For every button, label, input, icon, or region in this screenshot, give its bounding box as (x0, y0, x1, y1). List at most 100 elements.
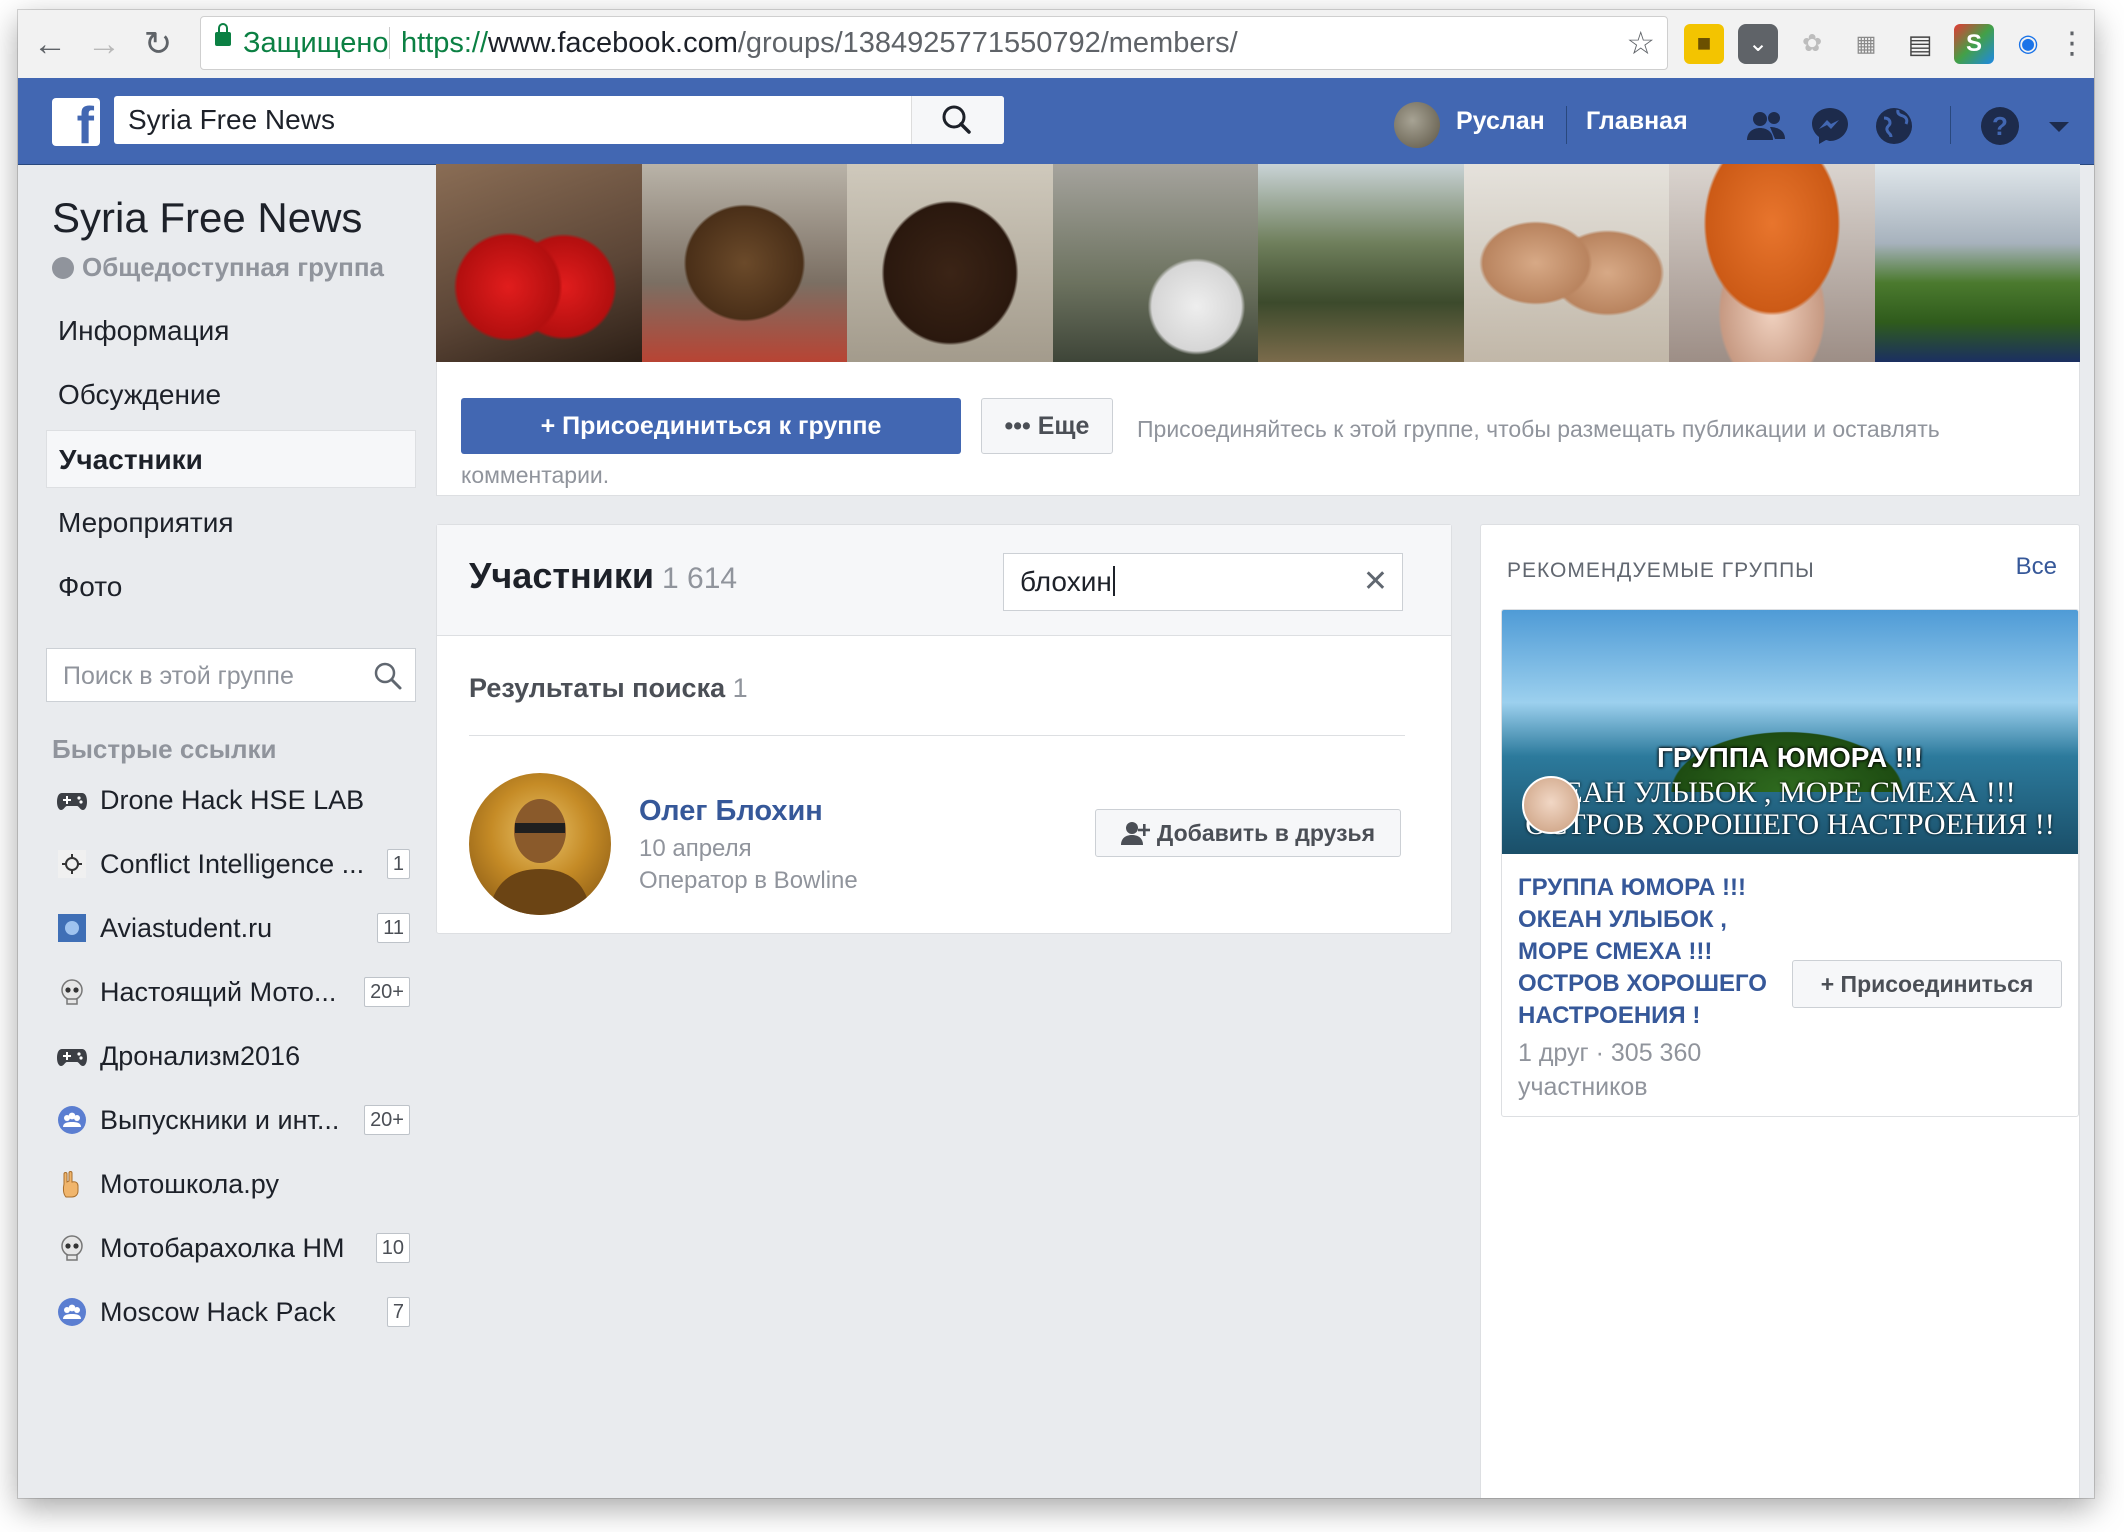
browser-window: ← → ↻ Защищено https://www.facebook.com/… (18, 10, 2094, 1498)
see-all-link[interactable]: Все (2016, 553, 2057, 581)
quick-link-label: Мотошкола.ру (100, 1169, 279, 1199)
person-photo (489, 799, 591, 915)
global-search-input[interactable]: Syria Free News (114, 96, 1004, 144)
folder-extension-icon[interactable]: ■ (1684, 24, 1724, 64)
member-join-date: 10 апреля (639, 835, 752, 862)
member-name-link[interactable]: Олег Блохин (639, 795, 823, 828)
add-friend-icon (1120, 822, 1150, 845)
reload-icon[interactable]: ↻ (138, 24, 178, 64)
aviastudent-logo-icon (58, 914, 86, 942)
account-menu-chevron-icon[interactable] (2044, 104, 2074, 148)
svg-text:?: ? (1992, 111, 2008, 141)
member-avatar[interactable] (469, 773, 611, 915)
group-avatar (1522, 776, 1580, 834)
cover-photo-collage[interactable] (436, 164, 2080, 362)
group-icon (58, 1106, 86, 1134)
group-privacy: Общедоступная группа (52, 252, 384, 283)
recommended-group-cover[interactable]: ГРУППА ЮМОРА !!! ЕАН УЛЫБОК , МОРЕ СМЕХА… (1502, 610, 2078, 854)
globe-icon (52, 257, 74, 279)
group-title[interactable]: Syria Free News (52, 194, 362, 242)
unread-count-badge: 10 (375, 1233, 410, 1263)
search-results-title: Результаты поиска 1 (469, 673, 748, 703)
member-job: Оператор в Bowline (639, 867, 858, 894)
s-extension-icon[interactable]: S (1954, 24, 1994, 64)
quick-link-dronalism[interactable]: Дронализм2016 (56, 1032, 436, 1080)
facebook-logo-icon[interactable]: f (52, 98, 100, 152)
lock-icon (215, 23, 231, 46)
quick-link-label: Aviastudent.ru (100, 913, 273, 943)
ci-logo-icon (58, 850, 86, 878)
reader-extension-icon[interactable]: ▤ (1900, 24, 1940, 64)
friend-requests-icon[interactable] (1744, 104, 1788, 148)
members-search-input[interactable]: блохин ✕ (1003, 553, 1403, 611)
recommended-title: РЕКОМЕНДУЕМЫЕ ГРУППЫ (1507, 559, 1815, 582)
quick-link-real-moto[interactable]: Настоящий Мото... 20+ (56, 968, 436, 1016)
quick-link-graduates[interactable]: Выпускники и инт... 20+ (56, 1096, 436, 1144)
record-extension-icon[interactable]: ◉ (2008, 24, 2048, 64)
help-icon[interactable]: ? (1978, 104, 2022, 148)
home-link[interactable]: Главная (1586, 78, 1688, 164)
nav-discussion[interactable]: Обсуждение (46, 366, 416, 424)
browser-toolbar: ← → ↻ Защищено https://www.facebook.com/… (18, 10, 2094, 79)
quick-link-moscow-hack-pack[interactable]: Moscow Hack Pack 7 (56, 1288, 436, 1336)
left-sidebar: Syria Free News Общедоступная группа Инф… (32, 164, 432, 1494)
cover-photo (641, 164, 847, 362)
search-icon (942, 105, 971, 134)
members-count: 1 614 (662, 562, 738, 595)
quick-link-label: Дронализм2016 (100, 1041, 301, 1071)
unread-count-badge: 20+ (364, 977, 410, 1007)
url-text: https://www.facebook.com/groups/13849257… (401, 27, 1238, 59)
search-button[interactable] (911, 96, 1004, 144)
unread-count-badge: 1 (386, 849, 410, 879)
join-group-card: Присоединяйтесь к этой группе, чтобы раз… (436, 362, 2080, 496)
search-icon[interactable] (373, 661, 403, 691)
cover-caption: ГРУППА ЮМОРА !!! (1656, 742, 1923, 773)
back-icon[interactable]: ← (30, 24, 70, 64)
quick-link-drone-hack[interactable]: Drone Hack HSE LAB (56, 776, 436, 824)
translate-extension-icon[interactable]: ▦ (1846, 24, 1886, 64)
bookmark-star-icon[interactable]: ☆ (1626, 17, 1655, 69)
cover-photo (1052, 164, 1258, 362)
global-search-value: Syria Free News (128, 104, 335, 135)
skull-icon (61, 979, 83, 1005)
group-search-input[interactable] (61, 649, 365, 703)
unread-count-badge: 11 (377, 913, 410, 943)
quick-link-conflict-intelligence[interactable]: Conflict Intelligence ... 1 (56, 840, 436, 888)
rock-hand-icon (62, 1171, 79, 1198)
nav-events[interactable]: Мероприятия (46, 494, 416, 552)
notifications-globe-icon[interactable] (1872, 104, 1916, 148)
quick-link-motobaraholka[interactable]: Мотобарахолка НМ 10 (56, 1224, 436, 1272)
forward-icon[interactable]: → (84, 24, 124, 64)
add-friend-button[interactable]: Добавить в друзья (1095, 809, 1401, 857)
quick-link-aviastudent[interactable]: Aviastudent.ru 11 (56, 904, 436, 952)
members-card: Участники 1 614 блохин ✕ Результаты поиск… (436, 524, 1452, 934)
cover-photo (1874, 164, 2080, 362)
unread-count-badge: 20+ (364, 1105, 410, 1135)
browser-menu-icon[interactable]: ⋮ (2052, 24, 2092, 64)
recommended-group-card: ГРУППА ЮМОРА !!! ЕАН УЛЫБОК , МОРЕ СМЕХА… (1501, 609, 2079, 1117)
members-title: Участники 1 614 (469, 555, 738, 596)
nav-photos[interactable]: Фото (46, 558, 416, 616)
quick-link-label: Drone Hack HSE LAB (100, 785, 365, 815)
group-icon (58, 1298, 86, 1326)
gamepad-icon (57, 1049, 87, 1066)
feather-extension-icon[interactable]: ✿ (1792, 24, 1832, 64)
profile-link[interactable]: Руслан (1456, 78, 1545, 164)
join-recommended-group-button[interactable]: + Присоединиться (1792, 960, 2062, 1008)
cover-caption: ОСТРОВ ХОРОШЕГО НАСТРОЕНИЯ !! (1525, 808, 2055, 841)
messenger-icon[interactable] (1808, 104, 1852, 148)
clear-search-icon[interactable]: ✕ (1363, 554, 1388, 610)
recommended-group-name-link[interactable]: ГРУППА ЮМОРА !!! ОКЕАН УЛЫБОК , МОРЕ СМЕ… (1518, 872, 1798, 1032)
skull-icon (61, 1235, 83, 1261)
address-bar[interactable]: Защищено https://www.facebook.com/groups… (200, 16, 1668, 70)
join-group-button[interactable]: + Присоединиться к группе (461, 398, 961, 454)
user-avatar[interactable] (1394, 102, 1440, 148)
members-search-value: блохин (1020, 554, 1115, 610)
nav-members[interactable]: Участники (46, 430, 416, 488)
pocket-icon[interactable]: ⌄ (1738, 24, 1778, 64)
more-button[interactable]: ••• Еще (981, 398, 1113, 454)
nav-info[interactable]: Информация (46, 302, 416, 360)
quick-link-label: Moscow Hack Pack (100, 1297, 336, 1327)
quick-link-motoshkola[interactable]: Мотошкола.ру (56, 1160, 436, 1208)
quick-link-label: Выпускники и инт... (100, 1105, 340, 1135)
